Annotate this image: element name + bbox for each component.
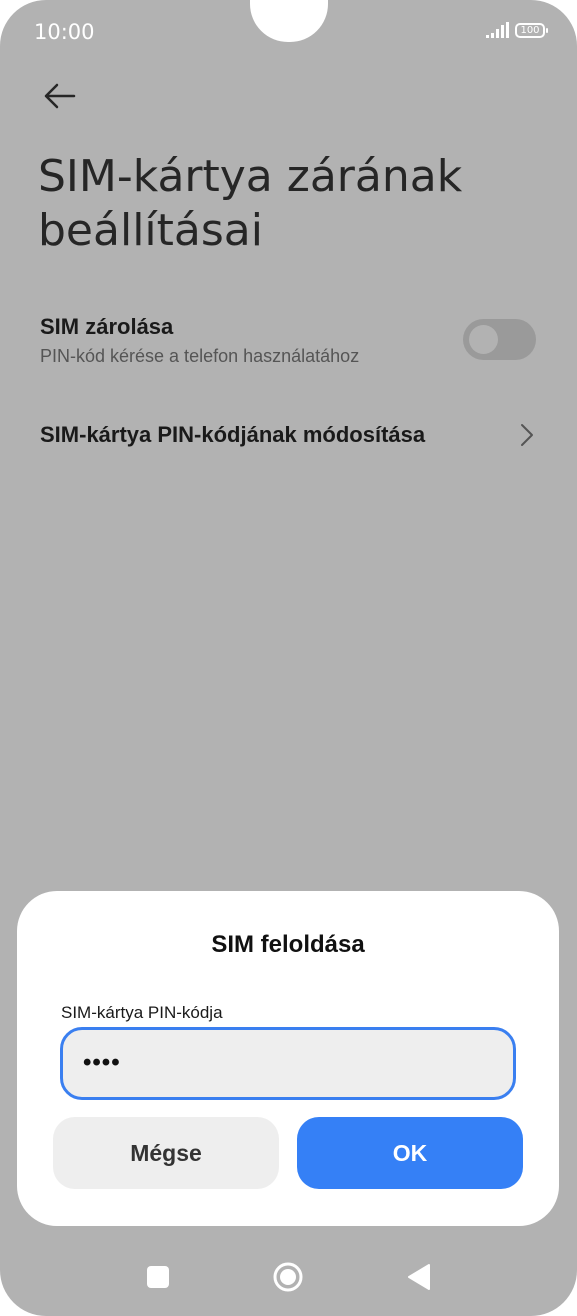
camera-notch — [250, 0, 328, 42]
cancel-button[interactable]: Mégse — [53, 1117, 279, 1189]
sim-lock-title: SIM zárolása — [40, 314, 174, 339]
sim-lock-subtitle: PIN-kód kérése a telefon használatához — [40, 346, 360, 366]
unlock-sim-dialog: SIM feloldása SIM-kártya PIN-kódja •••• … — [17, 891, 559, 1226]
page-title: SIM-kártya zárának beállításai — [38, 151, 463, 256]
home-circle-icon[interactable] — [272, 1261, 304, 1293]
status-time: 10:00 — [34, 20, 95, 44]
pin-input[interactable]: •••• — [60, 1027, 516, 1100]
recents-square-icon[interactable] — [147, 1266, 169, 1288]
sim-lock-row[interactable]: SIM zárolása PIN-kód kérése a telefon ha… — [40, 308, 540, 372]
battery-icon: 100 — [515, 22, 548, 38]
dialog-title: SIM feloldása — [211, 931, 365, 958]
sim-lock-toggle[interactable] — [463, 319, 536, 360]
change-pin-title: SIM-kártya PIN-kódjának módosítása — [40, 422, 426, 447]
back-arrow-icon[interactable] — [40, 80, 80, 112]
phone-screen: 10:00 100 SIM-kártya zárának beállításai… — [0, 0, 577, 1316]
chevron-right-icon — [518, 422, 536, 448]
pin-field-label: SIM-kártya PIN-kódja — [61, 1003, 223, 1022]
signal-icon — [486, 22, 509, 38]
status-icons: 100 — [486, 22, 548, 38]
back-triangle-icon[interactable] — [406, 1263, 432, 1291]
ok-button[interactable]: OK — [297, 1117, 523, 1189]
change-pin-row[interactable]: SIM-kártya PIN-kódjának módosítása — [40, 414, 540, 458]
navigation-bar — [0, 1236, 577, 1316]
battery-level: 100 — [520, 24, 540, 36]
toggle-knob — [469, 325, 498, 354]
